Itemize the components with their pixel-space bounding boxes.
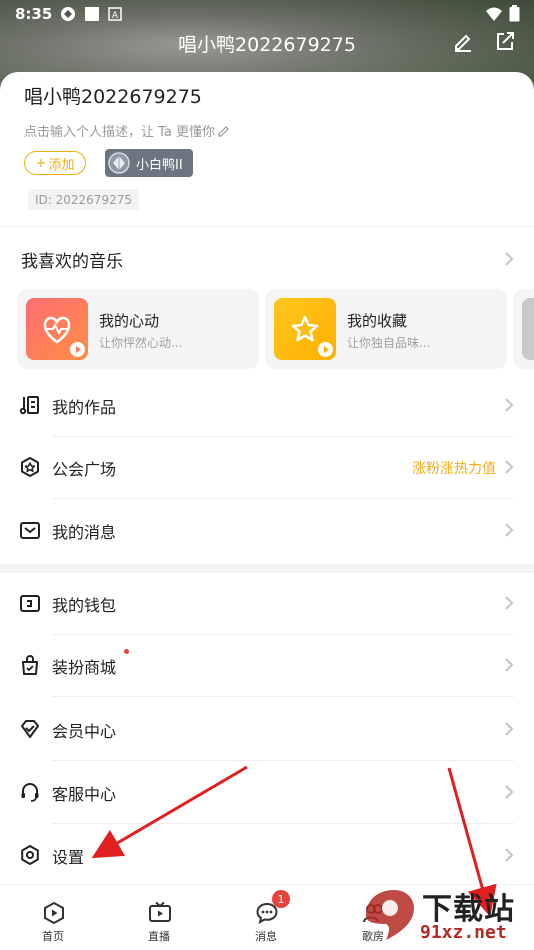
nav-home[interactable]: 首页 [3, 885, 103, 950]
vip-icon [21, 720, 39, 738]
chevron-right-icon [505, 398, 514, 412]
heartbeat-cover [26, 298, 88, 360]
wallet-icon [20, 595, 40, 612]
guild-icon [21, 456, 39, 478]
menu-item-label: 装扮商城 [52, 658, 117, 677]
status-bar: 8:35 A [0, 0, 534, 28]
menu-item-my-works[interactable]: 我的作品 [0, 375, 534, 437]
status-time: 8:35 [15, 5, 53, 23]
user-id-tag: ID: 2022679275 [28, 189, 139, 210]
play-icon [318, 342, 333, 357]
pencil-icon [218, 126, 229, 137]
nav-label: 消息 [255, 930, 277, 943]
menu-item-dressup-shop[interactable]: 装扮商城 [0, 635, 534, 697]
menu-item-label: 客服中心 [52, 785, 117, 804]
status-app-icons: A [60, 6, 122, 22]
section-gap [0, 564, 534, 573]
partial-cover [522, 298, 534, 360]
nav-live[interactable]: 直播 [109, 885, 209, 950]
new-dot-indicator [124, 649, 129, 654]
profile-description-text: 点击输入个人描述，让 Ta 更懂你 [24, 125, 216, 140]
status-right-icons [485, 5, 520, 22]
music-card-partial[interactable] [513, 289, 534, 369]
chevron-right-icon [505, 460, 514, 474]
watermark-logo-icon [366, 890, 414, 940]
menu-item-label: 我的消息 [52, 523, 117, 542]
music-card-heart[interactable]: 我的心动 让你怦然心动... [17, 289, 259, 369]
square-icon [85, 7, 99, 21]
menu-item-vip-center[interactable]: 会员中心 [0, 699, 534, 761]
edit-icon[interactable] [452, 30, 474, 52]
live-tv-icon [149, 901, 171, 922]
message-count-badge: 1 [272, 890, 290, 908]
row-separator [52, 760, 514, 761]
add-plus: + [35, 155, 47, 171]
chevron-right-icon [505, 722, 514, 736]
message-icon [20, 522, 40, 539]
watermark-domain: 91xz.net [420, 922, 507, 943]
top-bar: 唱小鸭2022679275 [0, 28, 534, 58]
menu-item-label: 我的钱包 [52, 596, 117, 615]
level-badge[interactable]: 小白鸭II [105, 149, 193, 177]
profile-card: 唱小鸭2022679275 点击输入个人描述，让 Ta 更懂你 + 添加 小白鸭… [0, 72, 534, 950]
star-cover [274, 298, 336, 360]
nav-messages[interactable]: 1 消息 [216, 885, 316, 950]
music-card-title: 我的心动 [99, 312, 160, 330]
music-card-title: 我的收藏 [347, 312, 408, 330]
music-card-subtitle: 让你怦然心动... [99, 336, 183, 350]
menu-item-label: 公会广场 [52, 460, 117, 479]
play-icon [70, 342, 85, 357]
chevron-right-icon [505, 523, 514, 537]
shop-icon [22, 655, 38, 675]
signal-app-icon [61, 7, 75, 21]
nav-label: 直播 [148, 930, 170, 943]
guild-promo-text: 涨粉涨热力值 [412, 461, 496, 477]
watermark: 下载站 91xz.net [360, 884, 530, 946]
nav-label: 首页 [42, 930, 64, 943]
chevron-right-icon[interactable] [504, 251, 514, 267]
menu-item-settings[interactable]: 设置 [0, 825, 534, 887]
share-icon[interactable] [494, 30, 516, 52]
chevron-right-icon [505, 848, 514, 862]
row-separator [52, 823, 514, 824]
music-card-subtitle: 让你独自品味... [347, 336, 431, 350]
menu-item-label: 会员中心 [52, 722, 117, 741]
add-label: 添加 [48, 157, 75, 173]
add-tag-button[interactable]: + 添加 [24, 151, 86, 175]
menu-item-my-messages[interactable]: 我的消息 [0, 500, 534, 562]
battery-icon [509, 5, 520, 22]
diamond-icon [108, 152, 130, 174]
menu-item-customer-service[interactable]: 客服中心 [0, 762, 534, 824]
settings-icon [21, 845, 39, 865]
level-badge-label: 小白鸭II [136, 157, 183, 173]
profile-username: 唱小鸭2022679275 [24, 86, 202, 108]
home-play-icon [44, 901, 64, 925]
text-app-icon: A [108, 7, 122, 21]
menu-item-label: 设置 [52, 848, 85, 867]
menu-item-label: 我的作品 [52, 398, 117, 417]
row-separator [52, 498, 514, 499]
chevron-right-icon [505, 658, 514, 672]
menu-item-wallet[interactable]: 我的钱包 [0, 573, 534, 635]
favorite-music-title[interactable]: 我喜欢的音乐 [21, 247, 123, 272]
wifi-icon [486, 7, 502, 21]
music-card-collection[interactable]: 我的收藏 让你独自品味... [265, 289, 507, 369]
svg-text:A: A [112, 11, 119, 21]
profile-description[interactable]: 点击输入个人描述，让 Ta 更懂你 [24, 121, 230, 140]
music-note-icon [19, 396, 39, 415]
menu-item-guild-square[interactable]: 公会广场 涨粉涨热力值 [0, 437, 534, 499]
divider [0, 226, 534, 227]
chevron-right-icon [505, 596, 514, 610]
headset-icon [21, 783, 39, 802]
chevron-right-icon [505, 785, 514, 799]
row-separator [52, 696, 514, 697]
